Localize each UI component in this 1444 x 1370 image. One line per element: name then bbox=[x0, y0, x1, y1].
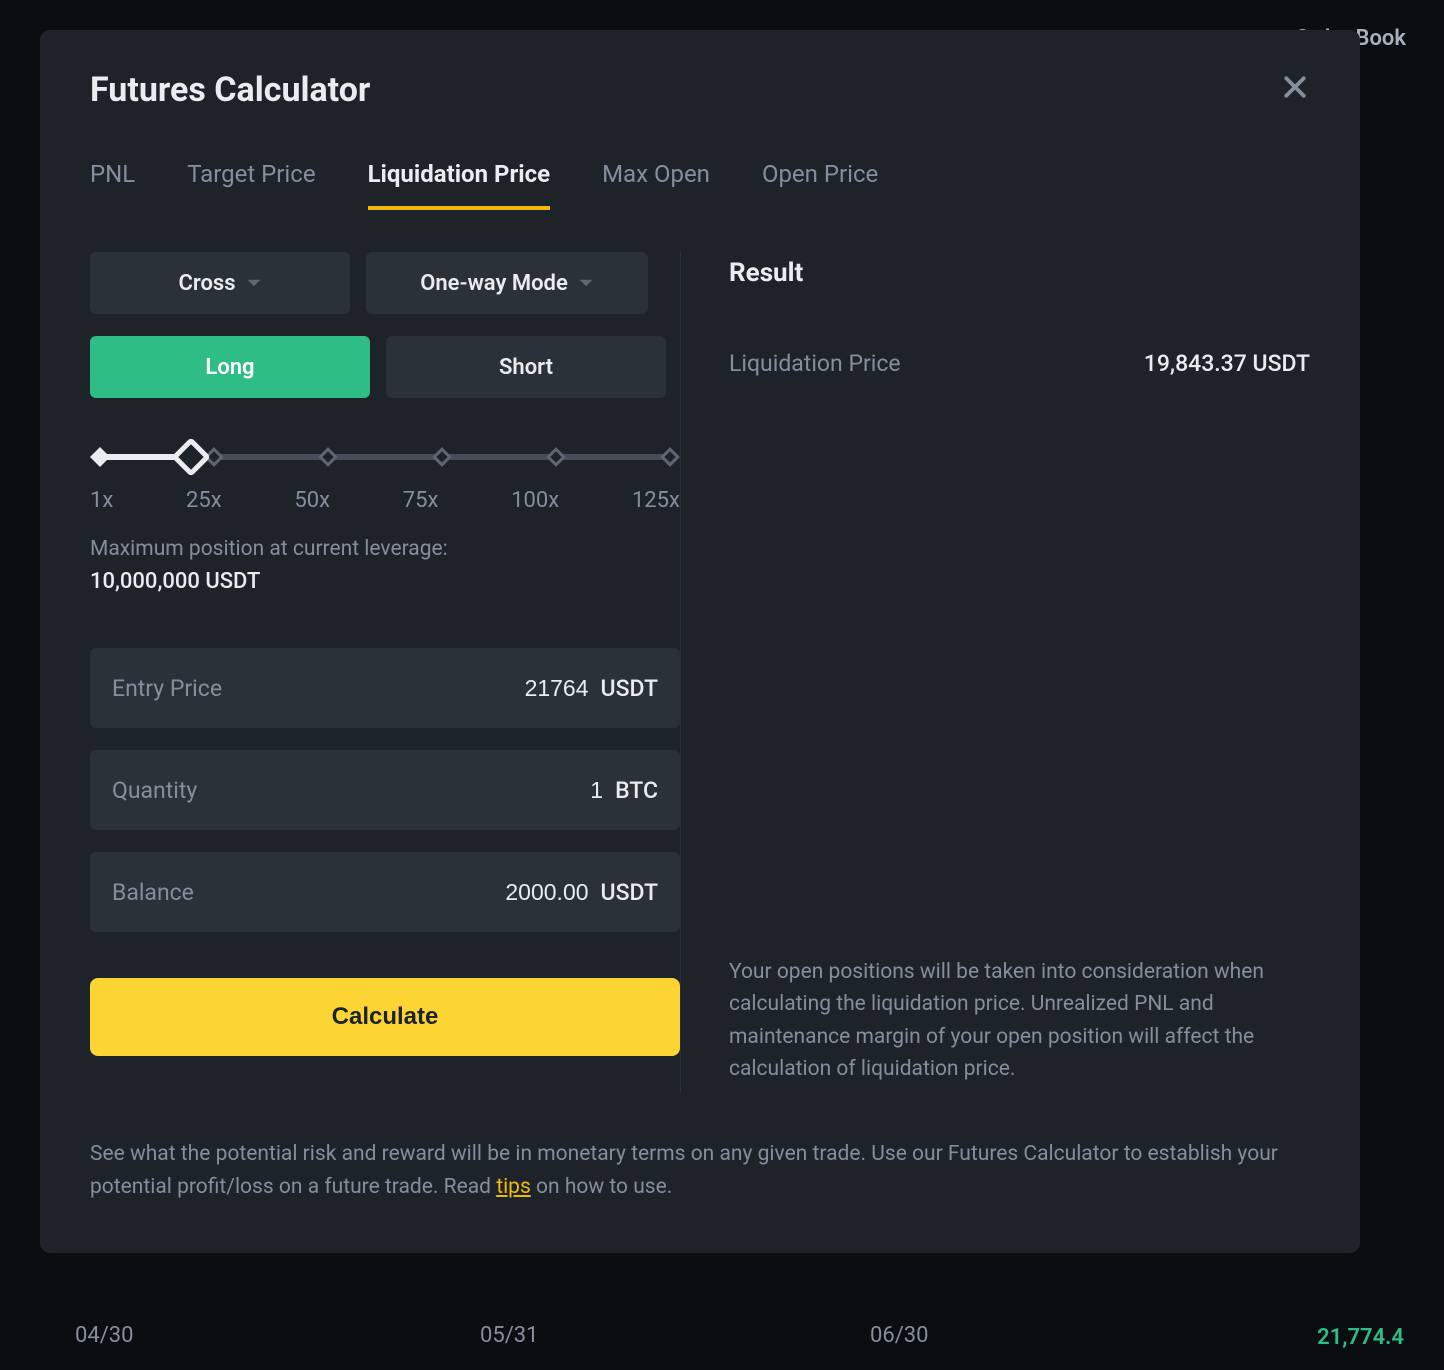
slider-tick bbox=[660, 447, 680, 467]
entry-price-unit: USDT bbox=[601, 675, 658, 702]
result-note: Your open positions will be taken into c… bbox=[729, 956, 1310, 1086]
short-button[interactable]: Short bbox=[386, 336, 666, 398]
tab-open-price[interactable]: Open Price bbox=[762, 160, 878, 210]
slider-handle[interactable] bbox=[171, 437, 211, 477]
futures-calculator-modal: Futures Calculator PNL Target Price Liqu… bbox=[40, 30, 1360, 1253]
tab-max-open[interactable]: Max Open bbox=[602, 160, 710, 210]
max-position-value: 10,000,000 USDT bbox=[90, 569, 680, 594]
result-liq-label: Liquidation Price bbox=[729, 350, 901, 377]
margin-mode-selected: Cross bbox=[178, 271, 235, 296]
x-tick-2: 05/31 bbox=[480, 1323, 539, 1348]
tips-link[interactable]: tips bbox=[496, 1175, 531, 1199]
max-position-label: Maximum position at current leverage: bbox=[90, 537, 680, 561]
leverage-label-75x: 75x bbox=[403, 488, 439, 513]
long-button[interactable]: Long bbox=[90, 336, 370, 398]
quantity-unit: BTC bbox=[615, 777, 658, 804]
result-liq-value: 19,843.37 USDT bbox=[1144, 350, 1310, 377]
tabs: PNL Target Price Liquidation Price Max O… bbox=[90, 160, 1310, 210]
tab-target-price[interactable]: Target Price bbox=[187, 160, 315, 210]
slider-tick bbox=[90, 447, 110, 467]
position-mode-dropdown[interactable]: One-way Mode bbox=[366, 252, 648, 314]
calculate-button[interactable]: Calculate bbox=[90, 978, 680, 1056]
leverage-label-125x: 125x bbox=[632, 488, 680, 513]
leverage-label-25x: 25x bbox=[186, 488, 222, 513]
slider-tick bbox=[318, 447, 338, 467]
y-tick-right: 21,774.4 bbox=[1317, 1325, 1404, 1350]
x-tick-3: 06/30 bbox=[870, 1323, 929, 1348]
footer-note: See what the potential risk and reward w… bbox=[90, 1138, 1310, 1203]
close-icon[interactable] bbox=[1280, 72, 1310, 108]
margin-mode-dropdown[interactable]: Cross bbox=[90, 252, 350, 314]
result-heading: Result bbox=[729, 258, 1310, 288]
entry-price-label: Entry Price bbox=[112, 675, 222, 702]
x-tick-1: 04/30 bbox=[75, 1323, 134, 1348]
balance-label: Balance bbox=[112, 879, 194, 906]
quantity-label: Quantity bbox=[112, 777, 197, 804]
tab-pnl[interactable]: PNL bbox=[90, 160, 135, 210]
chevron-down-icon bbox=[578, 274, 594, 293]
slider-tick bbox=[432, 447, 452, 467]
entry-price-input[interactable] bbox=[222, 675, 601, 702]
leverage-label-1x: 1x bbox=[90, 488, 113, 513]
leverage-slider[interactable]: 1x 25x 50x 75x 100x 125x bbox=[90, 454, 680, 513]
chevron-down-icon bbox=[246, 274, 262, 293]
slider-tick bbox=[546, 447, 566, 467]
position-mode-selected: One-way Mode bbox=[420, 271, 568, 296]
balance-unit: USDT bbox=[601, 879, 658, 906]
tab-liquidation-price[interactable]: Liquidation Price bbox=[368, 160, 551, 210]
leverage-label-50x: 50x bbox=[294, 488, 330, 513]
leverage-label-100x: 100x bbox=[511, 488, 559, 513]
modal-title: Futures Calculator bbox=[90, 70, 370, 110]
balance-input[interactable] bbox=[194, 879, 601, 906]
quantity-input[interactable] bbox=[197, 777, 615, 804]
